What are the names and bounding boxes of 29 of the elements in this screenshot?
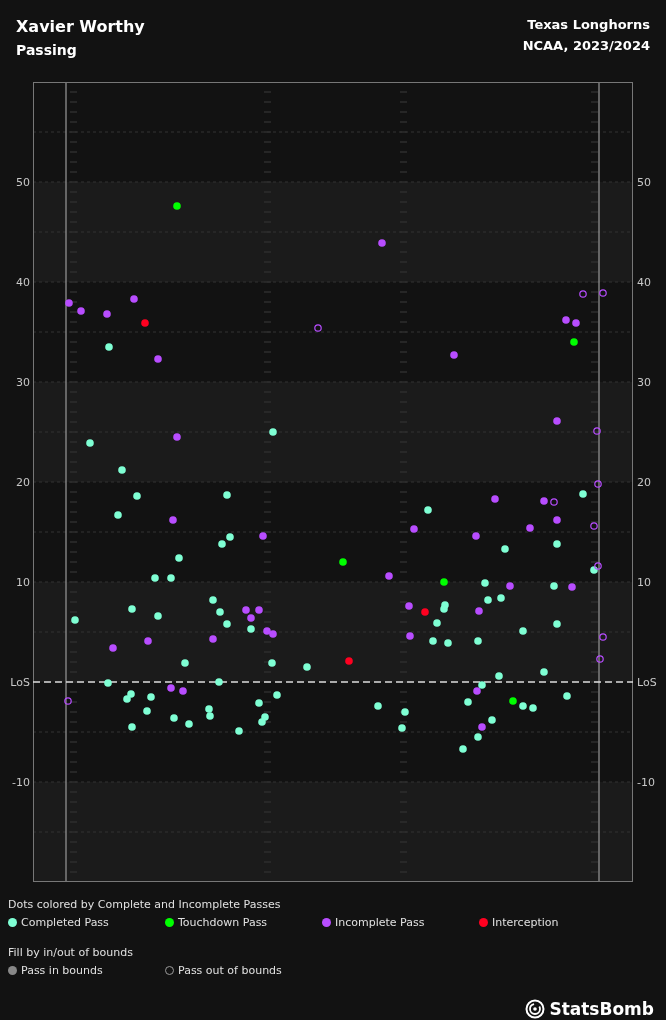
axis-label: 50: [16, 176, 30, 189]
axis-label: 40: [16, 276, 30, 289]
axis-label: 50: [637, 176, 651, 189]
legend-label: Incomplete Pass: [335, 916, 425, 929]
legend-label: Pass in bounds: [21, 964, 103, 977]
legend-title: Fill by in/out of bounds: [8, 946, 134, 959]
axis-label: LoS: [637, 676, 657, 689]
legend-label: Completed Pass: [21, 916, 109, 929]
axis-label: LoS: [10, 676, 30, 689]
chart-subtitle: Passing: [16, 42, 78, 58]
axis-label: 30: [637, 376, 651, 389]
axis-label: 40: [637, 276, 651, 289]
legend-label: Touchdown Pass: [178, 916, 268, 929]
legend-label: Pass out of bounds: [178, 964, 282, 977]
competition-label: NCAA, 2023/2024: [522, 38, 650, 53]
player-name: Xavier Worthy: [16, 17, 145, 36]
axis-label: 10: [637, 576, 651, 589]
legend-title: Dots colored by Complete and Incomplete Passes: [8, 898, 282, 911]
axis-label: 20: [637, 476, 651, 489]
axis-label: -10: [637, 776, 655, 789]
axis-label: -10: [12, 776, 30, 789]
legend-dot: [8, 966, 17, 975]
axis-label: 10: [16, 576, 30, 589]
legend-label: Interception: [492, 916, 559, 929]
axis-label: 20: [16, 476, 30, 489]
logo-icon: [525, 999, 546, 1019]
team-name: Texas Longhorns: [527, 17, 650, 32]
axis-label: 30: [16, 376, 30, 389]
brand-name: StatsBomb: [549, 999, 654, 1019]
